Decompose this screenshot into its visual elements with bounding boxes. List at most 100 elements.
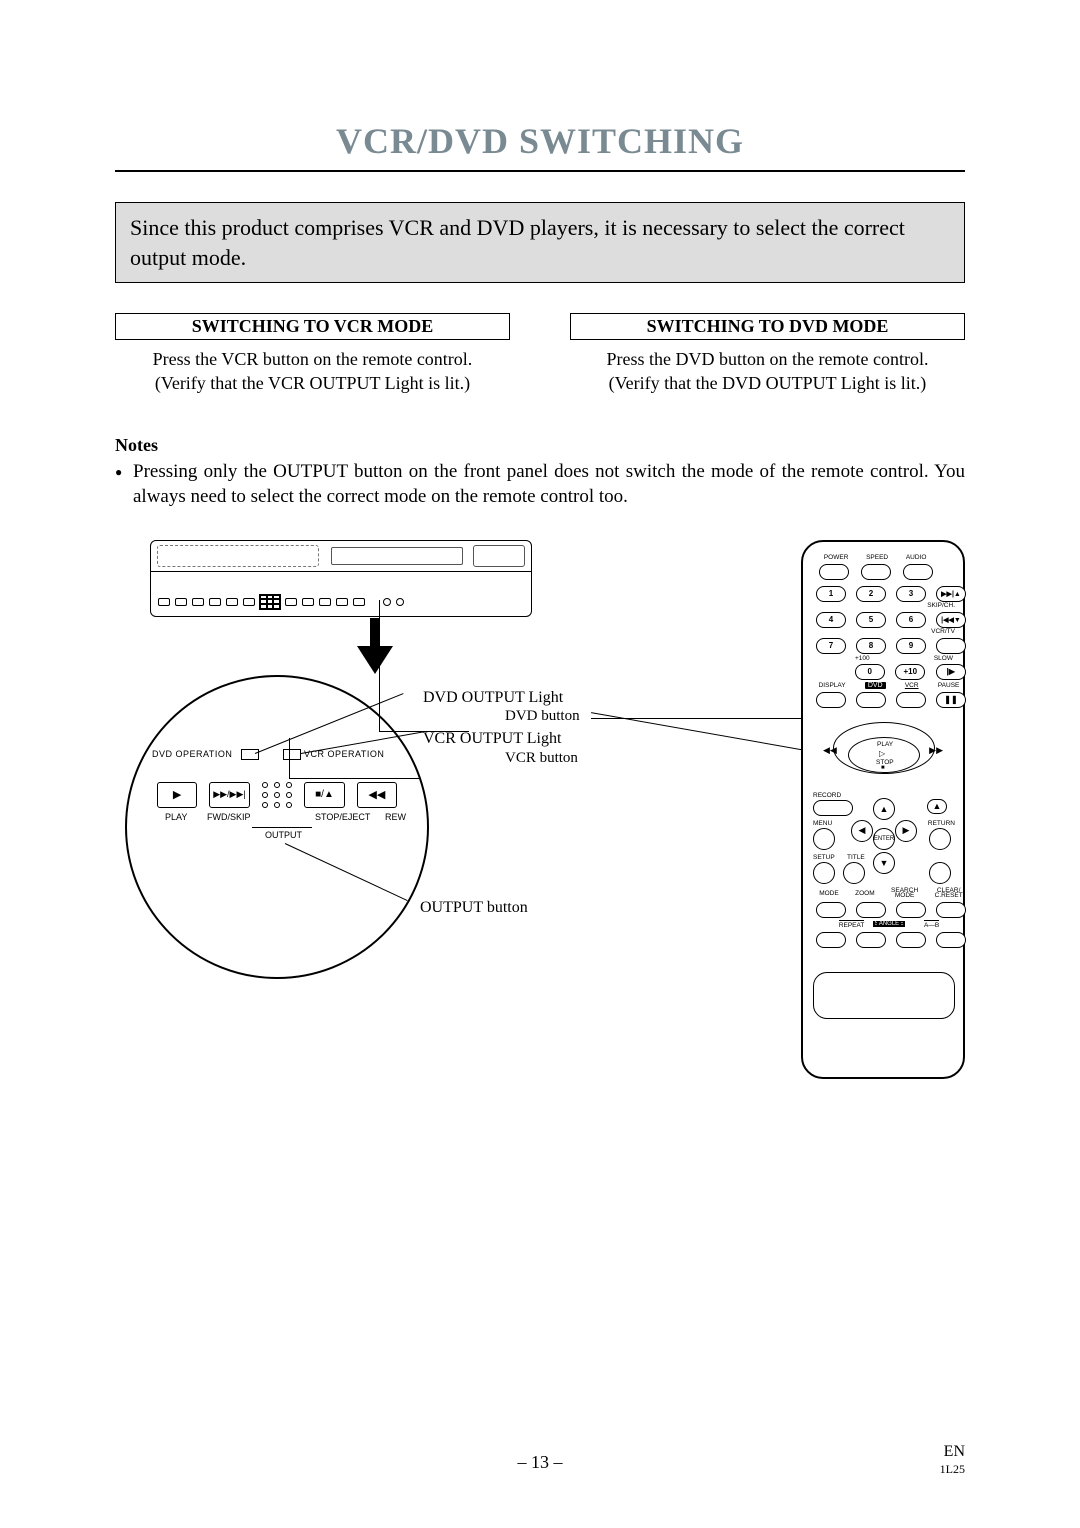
num-9: 9 — [896, 638, 926, 654]
setup-button — [813, 862, 835, 884]
play-triangle-icon: ▷ — [879, 749, 885, 758]
lbl-vcr: VCR — [905, 682, 919, 689]
arrow-icon — [360, 618, 390, 678]
num-7: 7 — [816, 638, 846, 654]
lbl-title: TITLE — [847, 854, 865, 861]
lbl-slow: SLOW — [934, 655, 953, 662]
return2-button — [929, 862, 951, 884]
lbl-zoom: ZOOM — [855, 890, 875, 897]
audio-button — [903, 564, 933, 580]
speed-button — [861, 564, 891, 580]
callout-vcr-light: VCR OUTPUT Light — [423, 730, 561, 748]
lbl-pause: PAUSE — [938, 682, 960, 689]
dvd-column: SWITCHING TO DVD MODE Press the DVD butt… — [570, 313, 965, 395]
stop-square-icon: ■ — [881, 765, 885, 771]
play-stop-plate: PLAY ▷ STOP ■ — [848, 737, 920, 773]
menu-button — [813, 828, 835, 850]
vcr-line1: Press the VCR button on the remote contr… — [153, 349, 473, 369]
caption-rew: REW — [385, 812, 406, 822]
ab-button — [936, 932, 966, 948]
callout-dvd-light: DVD OUTPUT Light — [423, 689, 563, 707]
stop-eject-button: ■/▲ — [304, 782, 344, 808]
lbl-angle: ANGLE — [877, 921, 901, 927]
page-number: – 13 – — [0, 1452, 1080, 1473]
num-plus10: +10 — [895, 664, 925, 680]
nav-left-button: ◀ — [851, 820, 873, 842]
rew-button: ◀◀ — [357, 782, 397, 808]
enter-button: ENTER — [873, 828, 895, 850]
num-1: 1 — [816, 586, 846, 602]
caption-output: OUTPUT — [265, 830, 302, 840]
caption-fwdskip: FWD/SKIP — [207, 812, 251, 822]
num-3: 3 — [896, 586, 926, 602]
record-button — [813, 800, 853, 816]
footer-lang: EN — [944, 1443, 965, 1460]
power-button — [819, 564, 849, 580]
notes-body: Pressing only the OUTPUT button on the f… — [133, 460, 965, 509]
skip-ch-up-button: ▶▶|▲ — [936, 586, 966, 602]
lbl-searchmode: SEARCHMODE — [891, 888, 918, 900]
callout-dvd-button: DVD button — [505, 708, 580, 725]
lbl-speed: SPEED — [866, 554, 888, 561]
vcr-heading: SWITCHING TO VCR MODE — [115, 313, 510, 340]
num-8: 8 — [856, 638, 886, 654]
repeat-button — [896, 932, 926, 948]
lbl-power: POWER — [824, 554, 849, 561]
rew-icon: ◀◀ — [823, 745, 837, 756]
lbl-clear: CLEAR/C.RESET — [935, 888, 963, 900]
dvd-line2: (Verify that the DVD OUTPUT Light is lit… — [609, 373, 927, 393]
remote-bottom-pad — [813, 972, 955, 1019]
play-button: ▶ — [157, 782, 197, 808]
fwd-skip-button: ▶▶/▶▶| — [209, 782, 249, 808]
num-4: 4 — [816, 612, 846, 628]
lbl-skipch: SKIP/CH. — [927, 602, 955, 609]
lbl-play: PLAY — [877, 741, 893, 748]
dvd-op-label: DVD OPERATION — [152, 749, 232, 759]
lbl-menu: MENU — [813, 820, 832, 827]
lbl-dvd: DVD — [865, 682, 886, 689]
device-unit — [150, 540, 532, 617]
num-0: 0 — [855, 664, 885, 680]
num-5: 5 — [856, 612, 886, 628]
lbl-audio: AUDIO — [906, 554, 927, 561]
notes-heading: Notes — [115, 435, 965, 456]
intro-box: Since this product comprises VCR and DVD… — [115, 202, 965, 283]
vcr-op-led — [283, 749, 301, 760]
rule — [115, 170, 965, 172]
page-title: VCR/DVD SWITCHING — [115, 120, 965, 162]
dvd-op-led — [241, 749, 259, 760]
output-led-grid — [262, 782, 293, 808]
lbl-ab: A—B — [924, 920, 939, 929]
caption-play: PLAY — [165, 812, 187, 822]
lbl-record: RECORD — [813, 792, 841, 799]
eject-button: ▲ — [927, 799, 947, 814]
caption-stopeject: STOP/EJECT — [315, 812, 370, 822]
footer-right: EN 1L25 — [940, 1443, 965, 1478]
lbl-vcrtv: VCR/TV — [931, 628, 955, 635]
num-6: 6 — [896, 612, 926, 628]
dvd-line1: Press the DVD button on the remote contr… — [607, 349, 929, 369]
num-2: 2 — [856, 586, 886, 602]
vcr-line2: (Verify that the VCR OUTPUT Light is lit… — [155, 373, 470, 393]
dvd-button — [856, 692, 886, 708]
vcr-button — [896, 692, 926, 708]
angle-button — [856, 932, 886, 948]
vcrtv-button — [936, 638, 966, 654]
lbl-mode: MODE — [819, 890, 839, 897]
lbl-plus100: +100 — [855, 655, 870, 662]
mode-button — [816, 902, 846, 918]
nav-right-button: ▶ — [895, 820, 917, 842]
subtitle-button — [816, 932, 846, 948]
callout-vcr-button: VCR button — [505, 750, 578, 767]
callout-output-button: OUTPUT button — [420, 899, 528, 917]
title-button — [843, 862, 865, 884]
lbl-display: DISPLAY — [819, 682, 846, 689]
footer-code: 1L25 — [940, 1462, 965, 1476]
searchmode-button — [896, 902, 926, 918]
zoom-circle: DVD OPERATION VCR OPERATION ▶ ▶▶/▶▶| ■/▲… — [125, 675, 429, 979]
nav-up-button: ▲ — [873, 798, 895, 820]
lbl-repeat: REPEAT — [839, 920, 865, 929]
vcr-column: SWITCHING TO VCR MODE Press the VCR butt… — [115, 313, 510, 395]
display-button — [816, 692, 846, 708]
nav-down-button: ▼ — [873, 852, 895, 874]
